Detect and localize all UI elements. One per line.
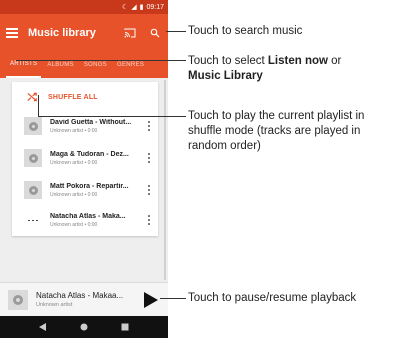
more-options-icon[interactable]	[146, 215, 152, 225]
signal-icon: ◢	[131, 3, 137, 11]
track-subtitle: Unknown artist • 0:00	[50, 127, 98, 134]
track-row-now-playing[interactable]: Natacha Atlas - Maka... Unknown artist •…	[12, 206, 158, 234]
track-row[interactable]: Maga & Tudoran - Dez... Unknown artist •…	[12, 144, 158, 172]
menu-icon[interactable]	[6, 28, 18, 38]
tab-albums[interactable]: ALBUMS	[43, 52, 77, 78]
callout-shuffle: Touch to play the current playlist in sh…	[188, 110, 365, 152]
tab-artists[interactable]: ARTISTS	[6, 52, 42, 78]
equalizer-icon	[24, 211, 42, 229]
cast-icon[interactable]	[124, 28, 136, 38]
track-title: Maga & Tudoran - Dez...	[50, 150, 129, 158]
callout-line-tabs	[16, 60, 186, 61]
headphones-icon: ☾	[121, 3, 129, 11]
track-subtitle: Unknown artist • 0:00	[50, 221, 98, 228]
tab-songs[interactable]: SONGS	[80, 52, 111, 78]
tab-genres[interactable]: GENRES	[113, 52, 148, 78]
now-playing-bar[interactable]: Natacha Atlas - Makaa... Unknown artist	[0, 282, 168, 316]
album-art-icon	[8, 289, 28, 310]
more-options-icon[interactable]	[146, 153, 152, 163]
track-title: Matt Pokora - Repartir...	[50, 182, 129, 190]
playlist-card: SHUFFLE ALL David Guetta - Without... Un…	[12, 82, 158, 236]
recents-icon[interactable]	[120, 322, 130, 332]
callout-playpause: Touch to pause/resume playback	[188, 292, 357, 304]
album-art-icon	[24, 117, 42, 135]
play-icon[interactable]	[144, 291, 158, 308]
track-title: Natacha Atlas - Maka...	[50, 212, 126, 220]
app-bar: Music library	[0, 14, 168, 52]
callout-line-play	[160, 298, 186, 299]
battery-icon: ▮	[139, 3, 144, 11]
tab-bar: ARTISTS ALBUMS SONGS GENRES	[0, 52, 168, 78]
more-options-icon[interactable]	[146, 185, 152, 195]
more-options-icon[interactable]	[146, 121, 152, 131]
status-bar: ☾ ◢ ▮ 09:17	[0, 0, 168, 14]
home-icon[interactable]	[79, 322, 89, 332]
shuffle-icon	[27, 92, 37, 102]
system-nav-bar	[0, 316, 168, 338]
now-playing-subtitle: Unknown artist	[36, 302, 73, 308]
callout-select: Touch to select Listen now or Music Libr…	[188, 55, 342, 82]
status-time: 09:17	[146, 3, 164, 11]
album-art-icon	[24, 149, 42, 167]
listen-now-label: Listen now	[267, 55, 328, 67]
music-library-label: Music Library	[188, 70, 263, 82]
album-art-icon	[24, 181, 42, 199]
callout-search: Touch to search music	[188, 25, 303, 37]
scrollbar[interactable]	[164, 80, 166, 280]
shuffle-all-label: SHUFFLE ALL	[48, 93, 98, 101]
now-playing-title: Natacha Atlas - Makaa...	[36, 291, 124, 300]
track-subtitle: Unknown artist • 0:00	[50, 159, 98, 166]
track-title: David Guetta - Without...	[50, 118, 132, 126]
search-icon[interactable]	[150, 28, 160, 38]
back-icon[interactable]	[38, 322, 48, 332]
callout-line-search	[166, 31, 186, 32]
app-title: Music library	[28, 27, 96, 39]
track-subtitle: Unknown artist • 0:00	[50, 191, 98, 198]
phone-screen: ☾ ◢ ▮ 09:17 Music library ARTISTS ALBUMS…	[0, 0, 168, 338]
track-row[interactable]: Matt Pokora - Repartir... Unknown artist…	[12, 176, 158, 204]
callout-line-shuffle-vertical	[38, 95, 39, 116]
shuffle-all-button[interactable]: SHUFFLE ALL	[12, 88, 158, 106]
callout-line-shuffle	[38, 116, 186, 117]
